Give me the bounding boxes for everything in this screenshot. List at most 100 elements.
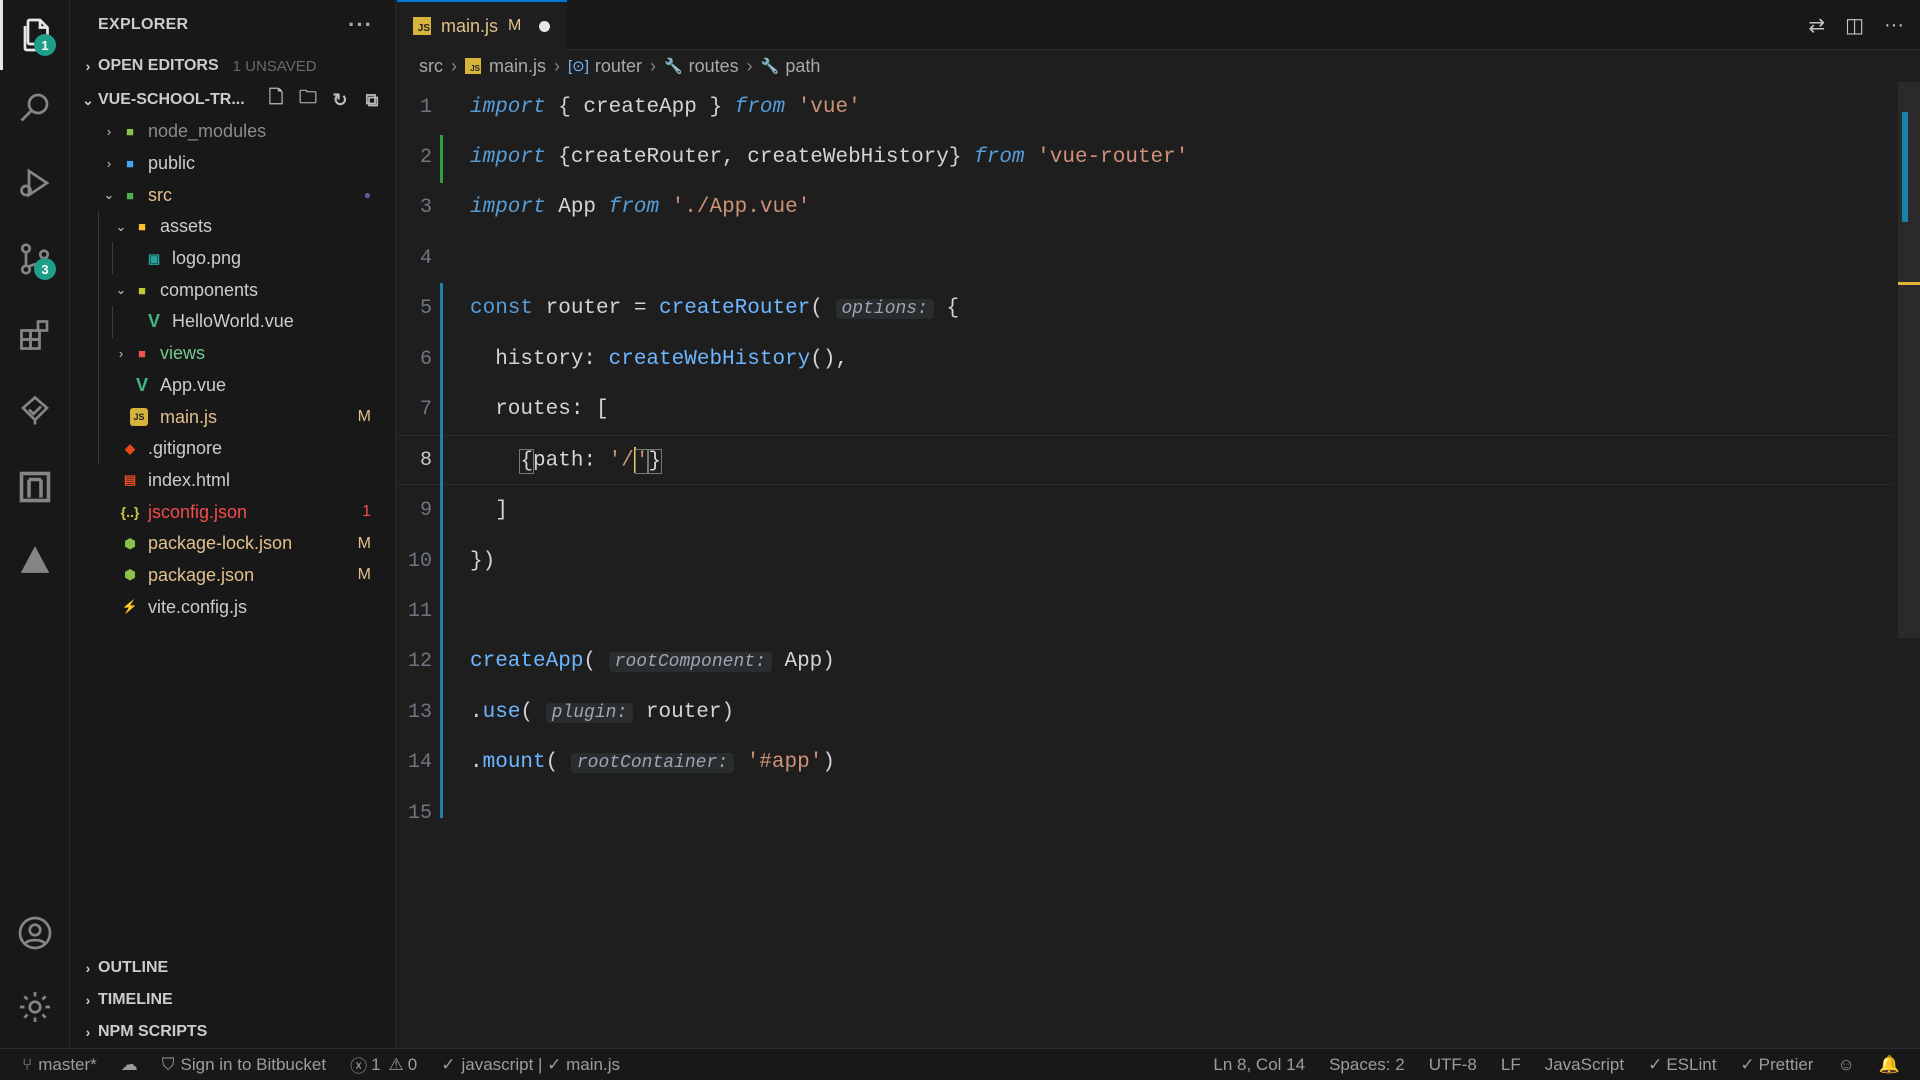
eslint-status[interactable]: ✓ ESLint [1636,1055,1728,1075]
git-status: M [357,566,371,584]
code-line: 7 routes: [ [397,384,1893,434]
encoding[interactable]: UTF-8 [1417,1055,1489,1075]
cursor-position[interactable]: Ln 8, Col 14 [1201,1055,1317,1075]
more-actions-icon[interactable]: ··· [1884,14,1904,37]
collapse-all-icon[interactable]: ⧉ [361,89,383,111]
accounts-activity[interactable] [0,898,70,968]
tree-item-label: src [148,184,172,205]
inlay-hint: options: [835,298,934,319]
git-status: M [357,534,371,552]
git-branch-icon: ⑂ [22,1054,33,1074]
outline-section[interactable]: › OUTLINE [70,952,396,984]
notifications-status[interactable]: 🔔 [1867,1055,1920,1075]
warning-icon: ⚠ [388,1054,404,1074]
source-control-activity[interactable]: 3 [0,224,70,294]
tree-item-main-js[interactable]: JS main.js M [70,401,395,433]
open-changes-icon[interactable]: ⇄ [1808,13,1825,38]
tree-item-jsconfig-json[interactable]: {..} jsconfig.json 1 [70,496,395,528]
node-file-icon: ⬢ [124,567,136,583]
language-mode[interactable]: JavaScript [1533,1055,1636,1075]
git-file-icon: ◆ [125,440,135,456]
code-line: 2 import {createRouter, createWebHistory… [397,132,1893,182]
line-number: 15 [407,801,432,825]
explorer-activity[interactable]: 1 [0,0,70,70]
breadcrumb-item[interactable]: routes [689,56,739,77]
folder-public-icon: ■ [126,156,134,172]
line-number: 10 [407,549,432,573]
new-file-icon[interactable]: 🗋 [265,87,287,111]
unsaved-dot-icon[interactable] [539,20,551,32]
tree-item-views[interactable]: › ■ views [70,338,395,370]
tree-item-app-vue[interactable]: V App.vue [70,370,395,402]
indentation[interactable]: Spaces: 2 [1317,1055,1417,1075]
chevron-right-icon: › [85,58,91,74]
explorer-title: EXPLORER [98,16,189,33]
prettier-label: Prettier [1758,1054,1814,1074]
open-editors-section[interactable]: › OPEN EDITORS 1 UNSAVED [70,50,395,82]
tree-item-components[interactable]: ⌄ ■ components [70,274,395,306]
overview-change-marker [1902,112,1908,222]
editor-scrollbar[interactable] [1898,82,1920,638]
vite-file-icon: ⚡ [121,599,139,615]
line-number: 13 [407,700,432,724]
code-line: 6 history: createWebHistory(), [397,334,1893,384]
problems-status[interactable]: ⓧ 1 ⚠ 0 [338,1052,429,1077]
deploy-activity[interactable] [0,526,70,596]
tree-item-assets[interactable]: ⌄ ■ assets [70,211,395,243]
testing-activity[interactable] [0,376,70,446]
tree-item-index-html[interactable]: ▤ index.html [70,465,395,497]
prettier-status[interactable]: ✓ Prettier [1728,1055,1825,1075]
chevron-right-icon: › [746,55,753,76]
timeline-section[interactable]: › TIMELINE [70,984,396,1016]
breadcrumb-item[interactable]: path [785,56,820,77]
json-file-icon: {..} [120,504,140,521]
chevron-down-icon: ⌄ [103,187,115,203]
new-folder-icon[interactable]: 🗀 [297,87,319,111]
tree-item-gitignore[interactable]: ◆ .gitignore [70,433,395,465]
tree-item-package-json[interactable]: ⬢ package.json M [70,560,395,592]
code-text: }) [470,549,496,573]
code-line: 13 .use( plugin: router) [397,687,1893,737]
folder-views-icon: ■ [138,346,146,362]
lint-scope-status[interactable]: ✓ javascript | ✓ main.js [429,1055,632,1075]
tree-item-logo-png[interactable]: ▣ logo.png [70,243,395,275]
breadcrumb-item[interactable]: src [419,56,443,77]
branch-status[interactable]: ⑂ master* [0,1055,109,1075]
code-line: 11 [397,586,1893,636]
tree-item-helloworld-vue[interactable]: V HelloWorld.vue [70,306,395,338]
sync-status[interactable]: ☁ [109,1055,150,1075]
code-line: 4 [397,233,1893,283]
search-activity[interactable] [0,72,70,142]
end-of-line[interactable]: LF [1489,1055,1533,1075]
npm-scripts-label: NPM SCRIPTS [98,1023,208,1040]
chevron-right-icon: › [106,124,112,140]
inlay-hint: rootContainer: [570,752,735,773]
line-number: 12 [407,649,432,673]
explorer-sidebar: EXPLORER ··· › OPEN EDITORS 1 UNSAVED ⌄ … [70,0,396,1048]
tree-item-public[interactable]: › ■ public [70,148,395,180]
refresh-icon[interactable]: ↻ [329,89,351,111]
line-number: 4 [419,246,432,270]
run-debug-activity[interactable] [0,148,70,218]
extensions-activity[interactable] [0,300,70,370]
tree-item-label: node_modules [148,121,267,142]
feedback-status[interactable]: ☺ [1825,1055,1866,1075]
code-editor[interactable]: 1 import { createApp } from 'vue' 2 impo… [397,82,1893,825]
account-icon [18,916,52,950]
tree-item-package-lock-json[interactable]: ⬢ package-lock.json M [70,528,395,560]
breadcrumb-item[interactable]: main.js [489,56,546,77]
tree-item-vite-config-js[interactable]: ⚡ vite.config.js [70,591,395,623]
breadcrumb-item[interactable]: router [595,56,642,77]
bitbucket-signin[interactable]: ⛉ Sign in to Bitbucket [150,1055,338,1075]
project-section[interactable]: ⌄ VUE-SCHOOL-TR... 🗋 🗀 ↻ ⧉ [70,84,395,116]
more-actions-icon[interactable]: ··· [348,12,373,38]
remote-activity[interactable] [0,452,70,522]
manage-activity[interactable] [0,972,70,1042]
chevron-down-icon: ⌄ [82,91,94,108]
npm-scripts-section[interactable]: › NPM SCRIPTS [70,1016,396,1048]
tab-main-js[interactable]: JS main.js M [397,0,567,50]
tree-item-src[interactable]: ⌄ ■ src ● [70,179,395,211]
split-editor-icon[interactable]: ◫ [1845,13,1864,38]
tree-item-node-modules[interactable]: › ■ node_modules [70,116,395,148]
js-file-icon: JS [413,17,431,35]
